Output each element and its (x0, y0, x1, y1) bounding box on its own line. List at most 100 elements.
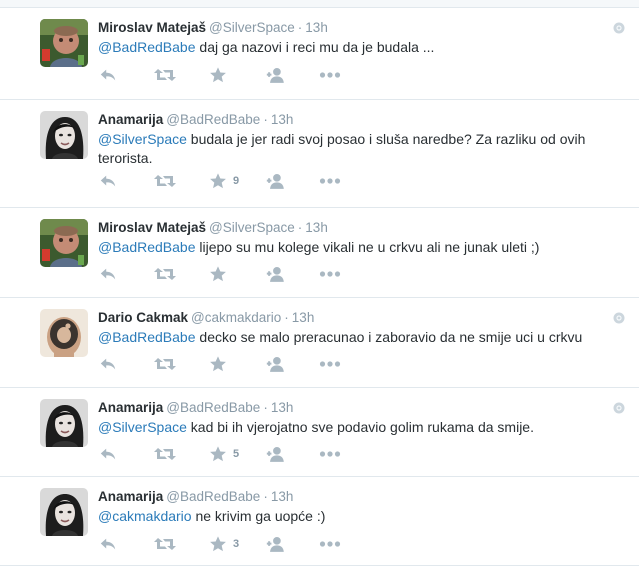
more-icon[interactable] (319, 270, 341, 278)
more-icon[interactable] (319, 360, 341, 368)
mention-link[interactable]: @cakmakdario (98, 508, 192, 524)
tweet[interactable]: Miroslav Matejaš @SilverSpace · 13h @BadRedB… (0, 208, 639, 298)
fullname[interactable]: Miroslav Matejaš (98, 220, 206, 235)
retweet-icon[interactable] (153, 171, 209, 191)
follow-icon[interactable] (265, 445, 319, 464)
separator-dot: · (263, 112, 268, 127)
avatar[interactable] (40, 19, 88, 67)
more-icon[interactable] (319, 177, 341, 185)
star-icon[interactable] (209, 535, 227, 553)
follow-icon[interactable] (265, 172, 319, 191)
fullname[interactable]: Dario Cakmak (98, 310, 188, 325)
more-icon[interactable] (319, 540, 341, 548)
top-strip (0, 0, 639, 8)
favorite-count: 9 (233, 175, 240, 187)
timeline: Miroslav Matejaš @SilverSpace · 13h @BadRedB… (0, 8, 639, 566)
avatar[interactable] (40, 399, 88, 447)
reply-icon[interactable] (98, 355, 153, 373)
gear-icon[interactable] (613, 311, 625, 323)
fullname[interactable]: Anamarija (98, 489, 163, 504)
star-icon[interactable] (209, 172, 227, 190)
fullname[interactable]: Anamarija (98, 400, 163, 415)
tweet-actions: 3 (98, 534, 341, 554)
favorite-button[interactable] (209, 265, 265, 283)
tweet-actions (98, 354, 341, 374)
star-icon[interactable] (209, 66, 227, 84)
tweet[interactable]: Anamarija @BadRedBabe · 13h @SilverSpace bud… (0, 100, 639, 208)
username[interactable]: @cakmakdario (191, 310, 281, 325)
retweet-icon[interactable] (153, 534, 209, 554)
mention-link[interactable]: @SilverSpace (98, 419, 187, 435)
reply-icon[interactable] (98, 445, 153, 463)
separator-dot: · (263, 489, 268, 504)
retweet-icon[interactable] (153, 444, 209, 464)
username[interactable]: @SilverSpace (209, 220, 295, 235)
fullname[interactable]: Miroslav Matejaš (98, 20, 206, 35)
favorite-button[interactable]: 5 (209, 445, 265, 463)
username[interactable]: @BadRedBabe (166, 112, 260, 127)
timestamp[interactable]: 13h (305, 220, 328, 235)
tweet-body: decko se malo preracunao i zaboravio da … (195, 329, 583, 345)
tweet-actions (98, 264, 341, 284)
star-icon[interactable] (209, 445, 227, 463)
username[interactable]: @BadRedBabe (166, 400, 260, 415)
tweet-body: daj ga nazovi i reci mu da je budala ... (195, 39, 435, 55)
tweet-header: Anamarija @BadRedBabe · 13h (98, 488, 293, 506)
tweet-text: @cakmakdario ne krivim ga uopće :) (98, 507, 618, 526)
tweet[interactable]: Miroslav Matejaš @SilverSpace · 13h @BadRedB… (0, 8, 639, 100)
timestamp[interactable]: 13h (292, 310, 315, 325)
follow-icon[interactable] (265, 265, 319, 284)
username[interactable]: @SilverSpace (209, 20, 295, 35)
favorite-button[interactable] (209, 66, 265, 84)
username[interactable]: @BadRedBabe (166, 489, 260, 504)
avatar[interactable] (40, 488, 88, 536)
star-icon[interactable] (209, 265, 227, 283)
mention-link[interactable]: @BadRedBabe (98, 329, 196, 345)
tweet-body: kad bi ih vjerojatno sve podavio golim r… (186, 419, 534, 435)
tweet-text: @SilverSpace kad bi ih vjerojatno sve po… (98, 418, 618, 437)
reply-icon[interactable] (98, 66, 153, 84)
timestamp[interactable]: 13h (305, 20, 328, 35)
favorite-button[interactable]: 3 (209, 535, 265, 553)
avatar[interactable] (40, 111, 88, 159)
retweet-icon[interactable] (153, 65, 209, 85)
favorite-button[interactable]: 9 (209, 172, 265, 190)
mention-link[interactable]: @SilverSpace (98, 131, 187, 147)
tweet-text: @BadRedBabe lijepo su mu kolege vikali n… (98, 238, 618, 257)
tweet-header: Dario Cakmak @cakmakdario · 13h (98, 309, 314, 327)
timestamp[interactable]: 13h (271, 400, 294, 415)
tweet-body: ne krivim ga uopće :) (191, 508, 326, 524)
tweet[interactable]: Anamarija @BadRedBabe · 13h @cakmakdario ne … (0, 477, 639, 566)
follow-icon[interactable] (265, 535, 319, 554)
follow-icon[interactable] (265, 66, 319, 85)
retweet-icon[interactable] (153, 354, 209, 374)
favorite-button[interactable] (209, 355, 265, 373)
timestamp[interactable]: 13h (271, 112, 294, 127)
tweet-header: Miroslav Matejaš @SilverSpace · 13h (98, 19, 328, 37)
fullname[interactable]: Anamarija (98, 112, 163, 127)
gear-icon[interactable] (613, 21, 625, 33)
reply-icon[interactable] (98, 535, 153, 553)
tweet-header: Miroslav Matejaš @SilverSpace · 13h (98, 219, 328, 237)
reply-icon[interactable] (98, 265, 153, 283)
follow-icon[interactable] (265, 355, 319, 374)
reply-icon[interactable] (98, 172, 153, 190)
separator-dot: · (297, 20, 303, 35)
mention-link[interactable]: @BadRedBabe (98, 239, 196, 255)
tweet[interactable]: Dario Cakmak @cakmakdario · 13h @BadRedBabe … (0, 298, 639, 388)
tweet-body: lijepo su mu kolege vikali ne u crkvu al… (195, 239, 540, 255)
retweet-icon[interactable] (153, 264, 209, 284)
avatar[interactable] (40, 309, 88, 357)
mention-link[interactable]: @BadRedBabe (98, 39, 196, 55)
separator-dot: · (297, 220, 303, 235)
avatar[interactable] (40, 219, 88, 267)
more-icon[interactable] (319, 71, 341, 79)
more-icon[interactable] (319, 450, 341, 458)
tweet[interactable]: Anamarija @BadRedBabe · 13h @SilverSpace kad… (0, 388, 639, 477)
star-icon[interactable] (209, 355, 227, 373)
timestamp[interactable]: 13h (271, 489, 294, 504)
separator-dot: · (263, 400, 268, 415)
tweet-actions: 5 (98, 444, 341, 464)
gear-icon[interactable] (613, 401, 625, 413)
separator-dot: · (284, 310, 289, 325)
